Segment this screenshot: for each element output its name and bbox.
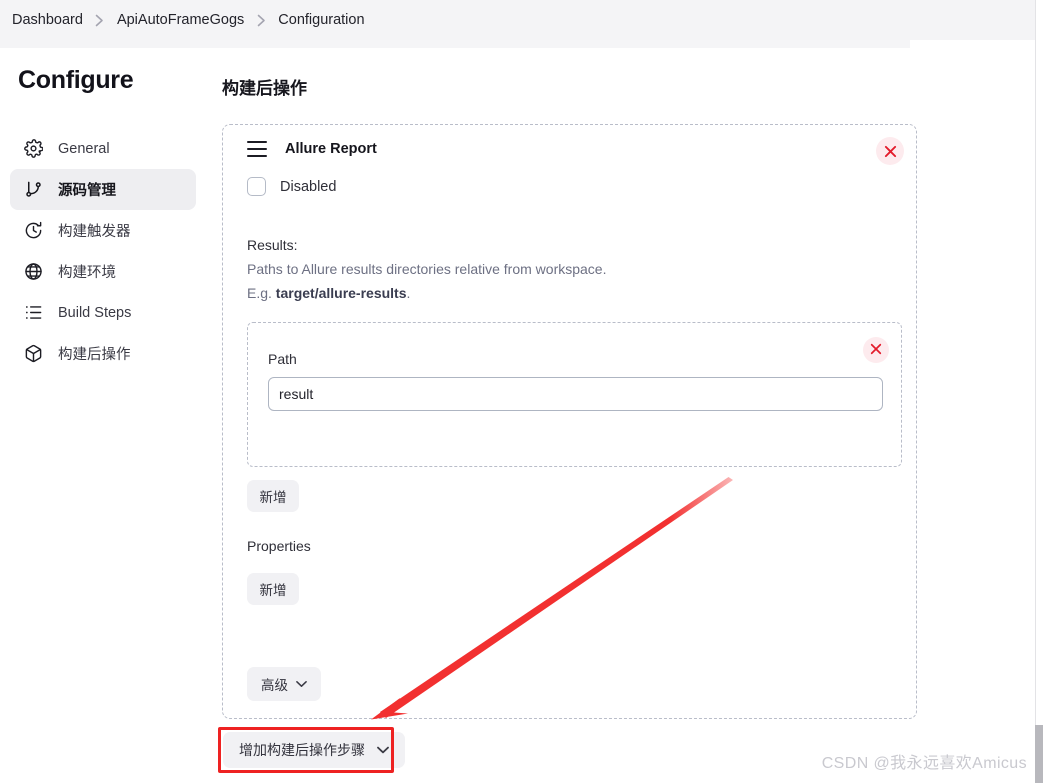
sidebar: Configure General 源码管理 构建触发器 构建环境 Build … (0, 48, 205, 783)
results-example-prefix: E.g. (247, 285, 276, 301)
main-content: 构建后操作 Allure Report Disabled Results: Pa… (205, 48, 1043, 783)
results-example-suffix: . (406, 285, 411, 301)
globe-icon (22, 261, 44, 283)
close-x-icon (870, 343, 882, 358)
section-title: 构建后操作 (222, 79, 307, 98)
chevron-right-icon (246, 14, 276, 27)
sidebar-nav: General 源码管理 构建触发器 构建环境 Build Steps 构建后操… (10, 128, 196, 374)
clock-icon (22, 220, 44, 242)
chevron-down-icon (377, 746, 389, 754)
sidebar-item-build-triggers[interactable]: 构建触发器 (10, 210, 196, 251)
sidebar-item-label: 源码管理 (58, 183, 116, 199)
advanced-button-label: 高级 (261, 678, 288, 693)
sidebar-item-post-build-actions[interactable]: 构建后操作 (10, 333, 196, 374)
list-icon (22, 302, 44, 324)
sidebar-item-label: 构建环境 (58, 265, 116, 281)
top-header-band-extension-right (190, 40, 910, 48)
sidebar-item-label: General (58, 140, 110, 157)
chevron-down-icon (296, 680, 307, 688)
page-title: Configure (18, 66, 134, 94)
results-description-line-2: E.g. target/allure-results. (247, 285, 410, 301)
sidebar-item-build-steps[interactable]: Build Steps (10, 292, 196, 333)
path-entry-box: Path (247, 322, 902, 467)
disabled-checkbox-row: Disabled (247, 177, 336, 196)
path-input[interactable] (268, 377, 883, 411)
disabled-label: Disabled (280, 178, 337, 195)
breadcrumb: Dashboard ApiAutoFrameGogs Configuration (10, 8, 367, 32)
breadcrumb-item-dashboard[interactable]: Dashboard (10, 12, 85, 28)
gear-icon (22, 138, 44, 160)
sidebar-item-source-management[interactable]: 源码管理 (10, 169, 196, 210)
sidebar-item-label: Build Steps (58, 304, 132, 321)
post-build-action-card: Allure Report Disabled Results: Paths to… (222, 124, 917, 719)
watermark: CSDN @我永远喜欢Amicus (821, 755, 1027, 772)
sidebar-item-label: 构建后操作 (58, 347, 131, 363)
breadcrumb-item-configuration[interactable]: Configuration (276, 12, 366, 28)
sidebar-item-build-environment[interactable]: 构建环境 (10, 251, 196, 292)
add-post-build-step-label: 增加构建后操作步骤 (239, 742, 365, 758)
results-label: Results: (247, 237, 298, 253)
card-title: Allure Report (285, 141, 377, 157)
sidebar-item-label: 构建触发器 (58, 224, 131, 240)
results-example-value: target/allure-results (275, 285, 407, 301)
drag-handle-icon[interactable] (247, 141, 267, 157)
add-post-build-step-button[interactable]: 增加构建后操作步骤 (223, 732, 405, 768)
page-scrollbar-thumb[interactable] (1035, 725, 1043, 783)
close-x-icon (884, 145, 897, 158)
top-header-band-extension-left (0, 40, 190, 48)
remove-action-button[interactable] (876, 137, 904, 165)
sidebar-item-general[interactable]: General (10, 128, 196, 169)
disabled-checkbox[interactable] (247, 177, 266, 196)
card-header: Allure Report (247, 141, 377, 157)
app-root: Dashboard ApiAutoFrameGogs Configuration… (0, 0, 1043, 783)
git-branch-icon (22, 179, 44, 201)
add-path-button[interactable]: 新增 (247, 480, 299, 512)
package-icon (22, 343, 44, 365)
remove-path-button[interactable] (863, 337, 889, 363)
chevron-right-icon (85, 14, 115, 27)
properties-label: Properties (247, 538, 311, 554)
add-property-button[interactable]: 新增 (247, 573, 299, 605)
results-description-line-1: Paths to Allure results directories rela… (247, 261, 607, 277)
path-label: Path (268, 351, 297, 367)
breadcrumb-item-project[interactable]: ApiAutoFrameGogs (115, 12, 246, 28)
page-scrollbar-track[interactable] (1035, 0, 1043, 783)
advanced-button[interactable]: 高级 (247, 667, 321, 701)
